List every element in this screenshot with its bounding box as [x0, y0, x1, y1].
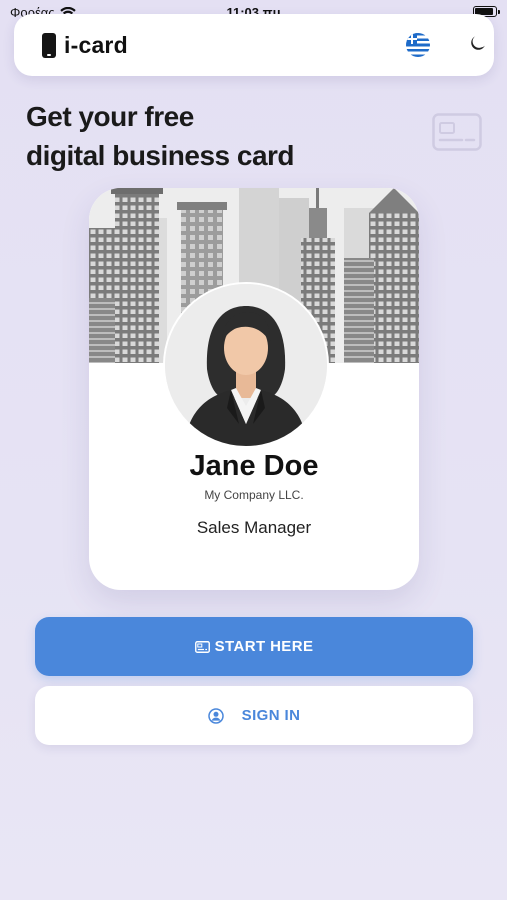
phone-icon: [42, 33, 56, 58]
sign-in-button[interactable]: SIGN IN: [35, 686, 473, 745]
hero-line-2: digital business card: [26, 140, 295, 171]
greek-flag-icon[interactable]: [406, 33, 430, 57]
app-name: i-card: [64, 32, 128, 58]
start-here-label: START HERE: [214, 638, 314, 655]
brand[interactable]: i-card: [42, 32, 128, 59]
sign-in-label: SIGN IN: [241, 707, 301, 724]
business-card-preview: Jane Doe My Company LLC. Sales Manager: [89, 188, 419, 590]
card-name: Jane Doe: [189, 450, 319, 482]
start-here-button[interactable]: START HERE: [35, 617, 473, 676]
business-card-icon: [432, 113, 482, 151]
card-job-title: Sales Manager: [196, 518, 312, 537]
card-icon: [194, 640, 210, 653]
hero-heading: Get your free digital business card: [26, 97, 295, 175]
profile-avatar: [165, 284, 327, 446]
user-circle-icon: [207, 707, 224, 724]
hero-line-1: Get your free: [26, 101, 194, 132]
app-header: i-card: [14, 14, 494, 76]
moon-icon[interactable]: [470, 34, 487, 51]
card-company: My Company LLC.: [204, 488, 304, 502]
